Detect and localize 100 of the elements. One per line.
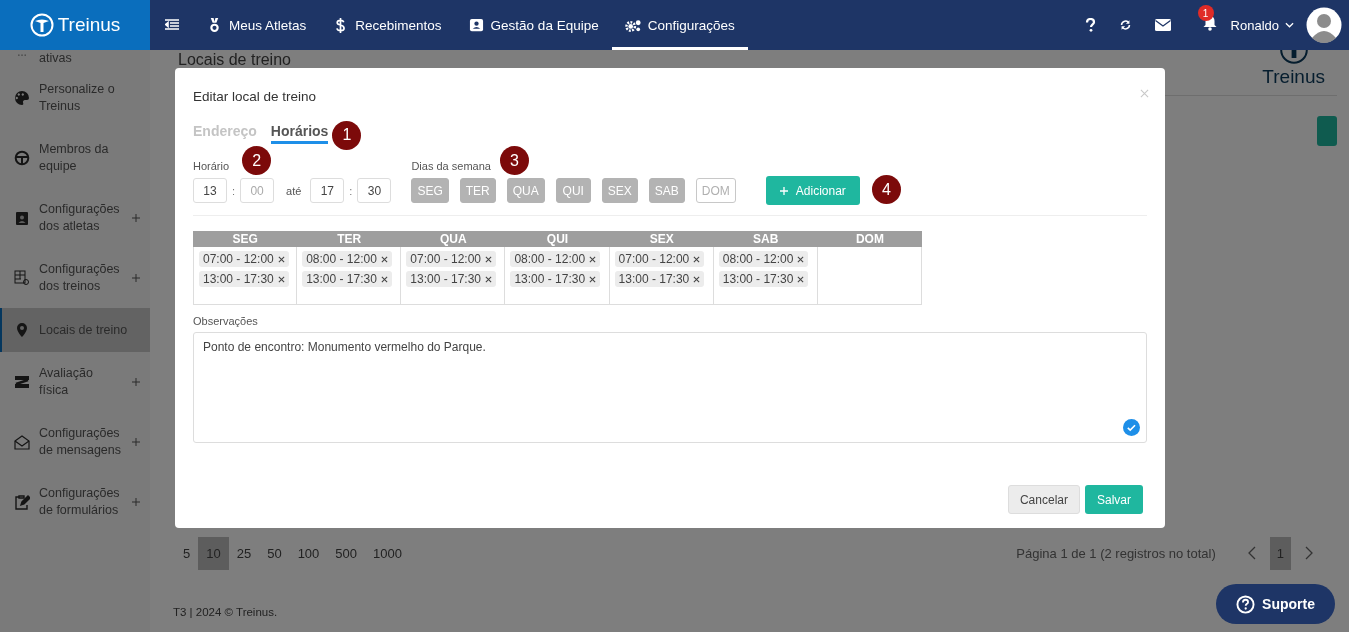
time-slot-tag: 13:00 - 17:30 [406, 271, 496, 287]
tab[interactable]: Endereço [193, 122, 257, 144]
next-page-icon[interactable] [1305, 546, 1313, 560]
mail-icon[interactable] [1154, 19, 1171, 31]
time-slot-tag: 07:00 - 12:00 [614, 251, 705, 267]
sidebar-item[interactable]: Locais de treino [0, 308, 150, 352]
id-badge-icon [467, 17, 485, 33]
logo-icon [29, 13, 54, 37]
remove-icon[interactable] [589, 255, 597, 263]
page-number[interactable]: 1 [1269, 536, 1291, 570]
previous-page-icon[interactable] [1247, 546, 1256, 560]
remove-icon[interactable] [485, 255, 492, 263]
page-size-option[interactable]: 10 [198, 536, 229, 570]
page-size-option[interactable]: 5 [175, 536, 199, 570]
page-title: Locais de treino [178, 51, 291, 68]
id-card-icon [14, 210, 30, 226]
logo-text: Treinus [57, 14, 121, 36]
envelope-icon [14, 434, 30, 450]
remove-icon[interactable] [485, 275, 492, 283]
ruler-icon [14, 374, 30, 390]
palette-icon [14, 90, 30, 106]
page-size-option[interactable]: 50 [259, 536, 290, 570]
team-icon [14, 150, 30, 166]
save-button[interactable]: Salvar [1085, 485, 1143, 514]
nav-tab[interactable]: Meus Atletas [193, 0, 320, 50]
time-slot-tag: 13:00 - 17:30 [718, 271, 809, 287]
remove-icon[interactable] [797, 275, 805, 283]
day-toggle[interactable]: DOM [695, 178, 736, 203]
day-toggle[interactable]: QUI [555, 178, 591, 203]
hour-field[interactable]: 13 [193, 178, 227, 203]
day-toggle[interactable]: SEX [601, 178, 638, 203]
sidebar-item[interactable]: Membros da equipe [0, 128, 150, 188]
plus-icon [779, 186, 788, 195]
day-toggle[interactable]: TER [459, 178, 496, 203]
column-header: QUA [401, 231, 506, 247]
help-icon[interactable] [1084, 18, 1096, 32]
chevron-down-icon[interactable] [1285, 22, 1294, 28]
remove-icon[interactable] [380, 255, 388, 263]
field-label: Observações [193, 315, 259, 327]
day-toggle[interactable]: SAB [648, 178, 685, 203]
field-label: Horário [193, 160, 230, 172]
time-slot-tag: 07:00 - 12:00 [199, 251, 289, 267]
time-slot-tag: 08:00 - 12:00 [302, 251, 392, 267]
column-header: SEG [193, 231, 298, 247]
help-icon [1236, 594, 1256, 614]
check-icon [1123, 419, 1140, 436]
column-header: DOM [817, 231, 922, 247]
step-marker: 3 [499, 146, 529, 175]
sidebar-item[interactable]: Avaliação física [0, 352, 150, 412]
cancel-button[interactable]: Cancelar [1007, 485, 1080, 514]
notes-field[interactable]: Ponto de encontro: Monumento vermelho do Parque. [193, 332, 1147, 443]
hour-field[interactable]: 17 [310, 178, 345, 203]
range-label: até [286, 184, 302, 197]
remove-icon[interactable] [589, 275, 597, 283]
page-size-option[interactable]: 500 [327, 536, 366, 570]
day-toggle[interactable]: SEG [411, 178, 449, 203]
remove-icon[interactable] [277, 275, 285, 283]
column-header: SAB [713, 231, 818, 247]
remove-icon[interactable] [277, 255, 285, 263]
notification-badge: 1 [1197, 5, 1214, 21]
time-slot-tag: 13:00 - 17:30 [510, 271, 601, 287]
clipboard-icon [14, 494, 30, 510]
time-separator: : [349, 184, 353, 197]
support-button[interactable]: Suporte [1216, 584, 1335, 624]
time-slot-tag: 13:00 - 17:30 [614, 271, 705, 287]
map-pin-icon [14, 322, 30, 338]
add-button[interactable]: Adicionar [765, 176, 860, 205]
page-size-option[interactable]: 25 [228, 536, 260, 570]
page-info: Página 1 de 1 (2 registros no total) [1016, 545, 1216, 561]
nav-tab[interactable]: Recebimentos [319, 0, 455, 50]
minute-field[interactable]: 30 [357, 178, 392, 203]
sync-icon[interactable] [1119, 18, 1131, 32]
step-marker: 2 [242, 146, 272, 175]
nav-tab[interactable]: Gestão da Equipe [454, 0, 612, 50]
remove-icon[interactable] [693, 255, 701, 263]
time-slot-tag: 13:00 - 17:30 [199, 271, 289, 287]
column-header: SEX [609, 231, 714, 247]
menu-collapse-icon[interactable] [165, 19, 179, 31]
column-header: TER [297, 231, 402, 247]
tab[interactable]: Horários [270, 122, 329, 144]
minute-field[interactable]: 00 [240, 178, 275, 203]
sidebar-item[interactable]: Personalize o Treinus [0, 68, 150, 128]
step-marker: 4 [871, 175, 901, 204]
sidebar-item[interactable]: Configurações dos treinos [0, 248, 150, 308]
footer-text: T3 | 2024 © Treinus. [173, 606, 279, 618]
day-toggle[interactable]: QUA [506, 178, 545, 203]
page-size-option[interactable]: 100 [289, 536, 328, 570]
remove-icon[interactable] [380, 275, 388, 283]
field-label: Dias da semana [411, 160, 491, 172]
gears-icon [624, 17, 642, 33]
sidebar-item[interactable]: Configurações de mensagens [0, 412, 150, 472]
logo-text: Treinus [1262, 66, 1325, 88]
page-size-option[interactable]: 1000 [365, 536, 410, 570]
avatar[interactable] [1306, 7, 1342, 43]
sidebar-item[interactable]: Configurações dos atletas [0, 188, 150, 248]
user-name[interactable]: Ronaldo [1230, 17, 1279, 33]
sidebar-item[interactable]: Configurações de formulários [0, 472, 150, 532]
remove-icon[interactable] [797, 255, 805, 263]
sidebar-item[interactable]: ativas [0, 50, 150, 68]
remove-icon[interactable] [693, 275, 701, 283]
